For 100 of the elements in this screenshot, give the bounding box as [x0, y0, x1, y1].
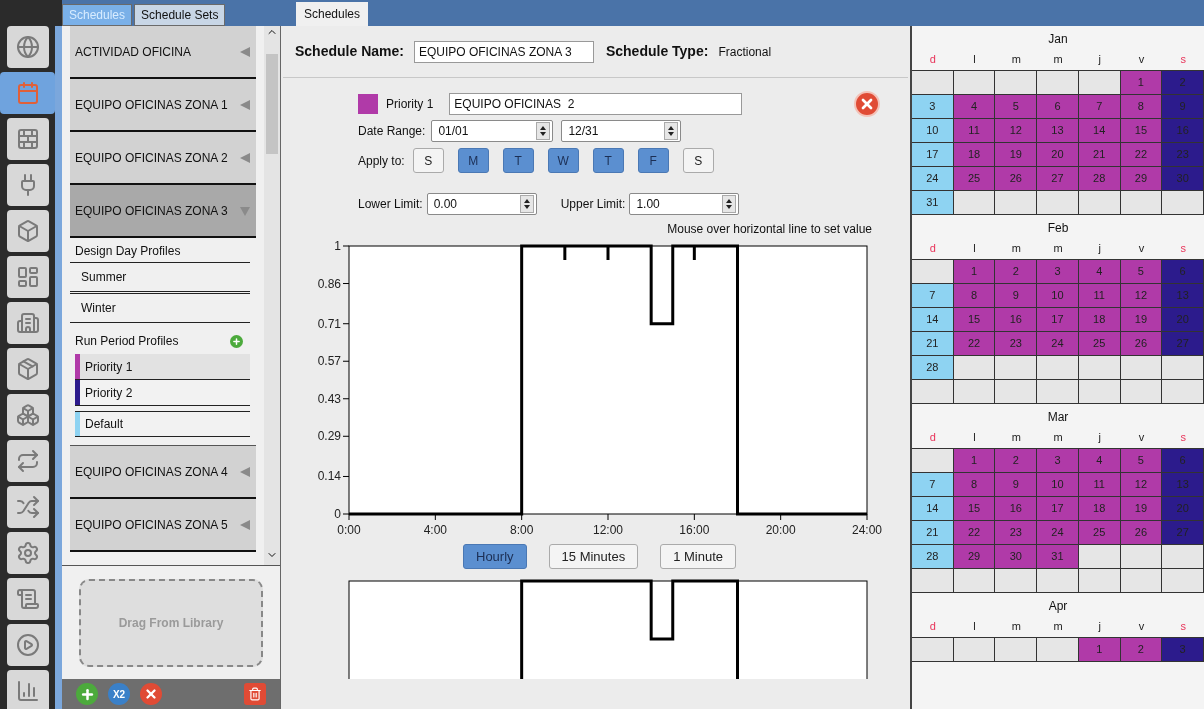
calendar-day[interactable]: 23	[995, 521, 1038, 545]
weekday-toggle[interactable]: T	[502, 148, 534, 173]
remove-button[interactable]	[140, 683, 162, 705]
resolution-button[interactable]: 1 Minute	[660, 544, 737, 569]
start-date-field[interactable]: 01/01	[431, 120, 554, 142]
calendar-day[interactable]: 18	[1078, 497, 1121, 521]
calendar-day[interactable]: 15	[953, 308, 996, 332]
library-drop-zone[interactable]: Drag From Library	[79, 578, 263, 667]
nav-tab[interactable]	[6, 578, 49, 620]
weekday-toggle[interactable]: F	[637, 148, 669, 173]
calendar-day[interactable]: 14	[912, 308, 954, 332]
calendar-day[interactable]: 24	[1037, 332, 1079, 356]
segment-handle[interactable]	[563, 246, 567, 260]
calendar-day[interactable]: 2	[1120, 638, 1163, 662]
calendar-day[interactable]: 10	[1037, 284, 1079, 308]
calendar-day[interactable]: 25	[1078, 332, 1121, 356]
calendar-day[interactable]: 2	[995, 260, 1038, 284]
calendar-day[interactable]: 23	[995, 332, 1038, 356]
upper-limit-field[interactable]: 1.00	[629, 193, 740, 215]
calendar-day[interactable]: 13	[1037, 119, 1079, 143]
nav-tab[interactable]	[6, 210, 49, 252]
profile-item[interactable]: Priority 1	[75, 354, 250, 380]
calendar-day[interactable]: 26	[995, 167, 1038, 191]
profile-item[interactable]: Winter	[70, 293, 250, 323]
add-button[interactable]	[76, 683, 98, 705]
lower-limit-field[interactable]: 0.00	[426, 193, 537, 215]
schedule-item[interactable]: ACTIVIDAD OFICINA	[70, 26, 256, 79]
calendar-day[interactable]: 14	[912, 497, 954, 521]
calendar-day[interactable]: 26	[1120, 521, 1163, 545]
add-profile-button[interactable]	[230, 334, 243, 348]
calendar-day[interactable]: 12	[1120, 284, 1163, 308]
weekday-toggle[interactable]: M	[457, 148, 489, 173]
weekday-toggle[interactable]: T	[592, 148, 624, 173]
calendar-day[interactable]: 8	[953, 473, 996, 497]
editor-tab[interactable]: Schedules	[296, 2, 369, 26]
calendar-day[interactable]: 28	[1078, 167, 1121, 191]
calendar-day[interactable]: 14	[1078, 119, 1121, 143]
calendar-day[interactable]: 16	[995, 308, 1038, 332]
panel-tab[interactable]: Schedule Sets	[134, 4, 226, 26]
scroll-thumb[interactable]	[266, 54, 278, 154]
schedule-name-field[interactable]: EQUIPO OFICINAS ZONA 3	[413, 40, 594, 63]
nav-tab[interactable]	[6, 164, 49, 206]
duplicate-button[interactable]: X2	[108, 683, 130, 705]
weekday-toggle[interactable]: W	[547, 148, 579, 173]
calendar-day[interactable]: 4	[1078, 260, 1121, 284]
calendar-day[interactable]: 2	[995, 449, 1038, 473]
weekday-toggle[interactable]: S	[412, 148, 444, 173]
calendar-day[interactable]: 12	[1120, 473, 1163, 497]
resolution-button[interactable]: 15 Minutes	[548, 544, 639, 569]
calendar-day[interactable]: 3	[912, 95, 954, 119]
calendar-day[interactable]: 19	[995, 143, 1038, 167]
schedule-item[interactable]: EQUIPO OFICINAS ZONA 5	[70, 499, 256, 552]
nav-tab[interactable]	[6, 394, 49, 436]
calendar-day[interactable]: 31	[1037, 545, 1079, 569]
calendar-day[interactable]: 6	[1037, 95, 1079, 119]
nav-tab[interactable]	[6, 118, 49, 160]
profile-item[interactable]: Summer	[70, 262, 250, 292]
end-date-field[interactable]: 12/31	[561, 120, 682, 142]
calendar-day[interactable]: 1	[953, 449, 996, 473]
schedule-item[interactable]: EQUIPO OFICINAS ZONA 4	[70, 446, 256, 499]
calendar-day[interactable]: 28	[912, 356, 954, 380]
calendar-day[interactable]: 7	[912, 473, 954, 497]
scrollbar[interactable]	[264, 26, 280, 565]
calendar-day[interactable]: 9	[995, 473, 1038, 497]
calendar-day[interactable]: 27	[1037, 167, 1079, 191]
weekday-toggle[interactable]: S	[682, 148, 714, 173]
calendar-day[interactable]: 4	[1078, 449, 1121, 473]
calendar-day[interactable]: 1	[953, 260, 996, 284]
calendar-day[interactable]: 21	[912, 521, 954, 545]
profile-item[interactable]: Default	[75, 411, 250, 437]
schedule-item[interactable]: EQUIPO OFICINAS ZONA 3	[70, 185, 256, 238]
nav-tab[interactable]	[6, 302, 49, 344]
calendar-day[interactable]: 24	[1037, 521, 1079, 545]
calendar-day[interactable]: 7	[1078, 95, 1121, 119]
calendar-day[interactable]: 5	[995, 95, 1038, 119]
calendar-day[interactable]: 22	[953, 521, 996, 545]
calendar-day[interactable]: 22	[953, 332, 996, 356]
calendar-day[interactable]: 18	[953, 143, 996, 167]
calendar-day[interactable]: 15	[1120, 119, 1163, 143]
calendar-day[interactable]: 18	[1078, 308, 1121, 332]
calendar-day[interactable]: 25	[953, 167, 996, 191]
calendar-day[interactable]: 21	[912, 332, 954, 356]
resolution-button[interactable]: Hourly	[463, 544, 527, 569]
rule-name-field[interactable]: EQUIPO OFICINAS 2	[449, 93, 743, 115]
nav-tab[interactable]	[6, 624, 49, 666]
calendar-day[interactable]: 29	[953, 545, 996, 569]
calendar-day[interactable]: 25	[1078, 521, 1121, 545]
calendar-day[interactable]: 5	[1120, 449, 1163, 473]
calendar-day[interactable]: 17	[912, 143, 954, 167]
nav-tab[interactable]	[6, 348, 49, 390]
calendar-day[interactable]: 10	[912, 119, 954, 143]
calendar-day[interactable]: 20	[1037, 143, 1079, 167]
nav-tab[interactable]	[6, 440, 49, 482]
calendar-day[interactable]: 11	[1078, 284, 1121, 308]
profile-item[interactable]: Priority 2	[75, 380, 250, 406]
calendar-day[interactable]: 12	[995, 119, 1038, 143]
calendar-day[interactable]: 19	[1120, 308, 1163, 332]
nav-tab[interactable]	[6, 256, 49, 298]
calendar-day[interactable]: 30	[995, 545, 1038, 569]
schedule-item[interactable]: EQUIPO OFICINAS ZONA 2	[70, 132, 256, 185]
